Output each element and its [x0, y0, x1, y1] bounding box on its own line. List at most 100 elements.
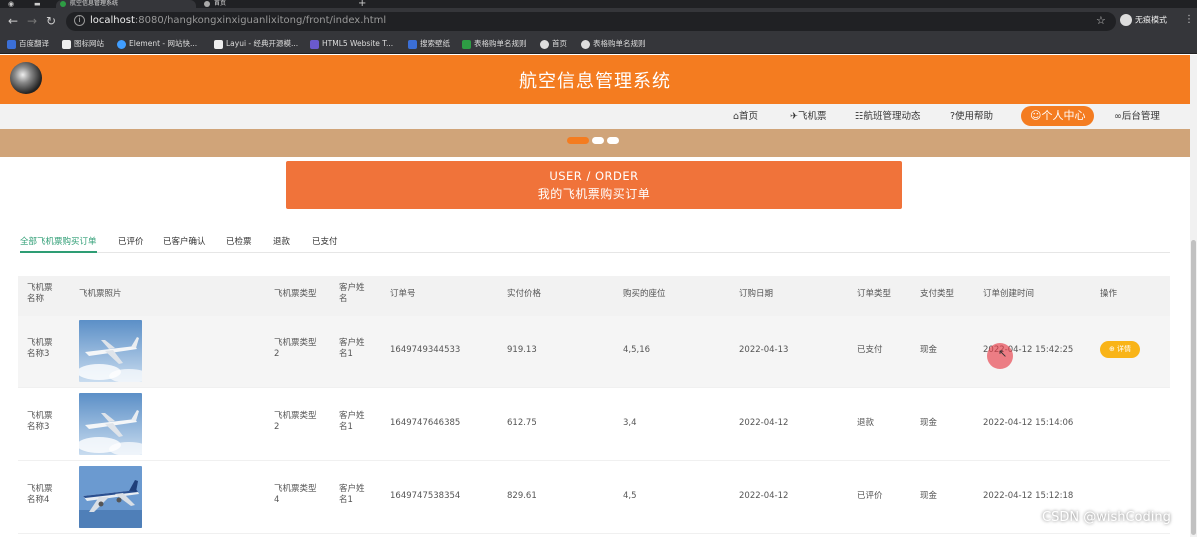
- customer-name-cell: 客户姓 名1: [339, 484, 365, 505]
- browser-toolbar: ← → ↻ i localhost:8080/hangkongxinxiguan…: [0, 8, 1197, 34]
- tab-reviewed[interactable]: 已评价: [118, 235, 144, 249]
- page-scrollbar[interactable]: [1190, 55, 1197, 537]
- column-header: 实付价格: [507, 289, 542, 299]
- tab-customer-confirmed[interactable]: 已客户确认: [163, 235, 206, 249]
- order-number-cell: 1649747538354: [390, 491, 461, 501]
- bookmark-item[interactable]: 图标网站: [62, 38, 104, 49]
- browser-tab-active[interactable]: 航空信息管理系统: [56, 0, 196, 8]
- back-icon[interactable]: ←: [8, 14, 18, 28]
- user-icon: ☺: [1030, 109, 1042, 122]
- bookmark-icon: [462, 39, 471, 49]
- nav-item-user-center[interactable]: ☺个人中心: [1021, 106, 1095, 126]
- order-type-cell: 已评价: [857, 491, 883, 501]
- address-bar[interactable]: i localhost:8080/hangkongxinxiguanlixito…: [66, 12, 1116, 31]
- table-row[interactable]: 飞机票 名称4 飞机票类型 4 客户姓 名1 1649747538354 829…: [18, 462, 1170, 534]
- nav-item-home[interactable]: ⌂首页: [733, 110, 758, 123]
- seats-cell: 3,4: [623, 418, 637, 428]
- ticket-name-cell: 飞机票 名称4: [27, 484, 53, 505]
- order-date-cell: 2022-04-13: [739, 345, 789, 355]
- tab-checked-in[interactable]: 已检票: [226, 235, 252, 249]
- browser-tab[interactable]: 首页: [200, 0, 350, 8]
- bookmark-item[interactable]: HTML5 Website T...: [310, 38, 393, 49]
- ticket-name-cell: 飞机票 名称3: [27, 411, 53, 432]
- column-header: 订购日期: [739, 289, 774, 299]
- payment-type-cell: 现金: [920, 345, 938, 355]
- nav-item-label: 航班管理动态: [863, 111, 921, 122]
- ticket-type-cell: 飞机票类型 2: [274, 338, 317, 359]
- column-header: 飞机票 名称: [27, 283, 53, 304]
- bookmark-item[interactable]: Layui - 经典开源模...: [214, 38, 298, 49]
- nav-item-tickets[interactable]: ✈飞机票: [790, 110, 826, 123]
- bookmark-item[interactable]: 首页: [540, 38, 567, 49]
- tab-all-orders[interactable]: 全部飞机票购买订单: [20, 235, 97, 253]
- tab-favicon-icon: [60, 1, 66, 7]
- order-number-cell: 1649747646385: [390, 418, 461, 428]
- nav-item-label: 使用帮助: [955, 111, 994, 122]
- ticket-photo: [79, 466, 142, 528]
- browser-tab-title: 首页: [214, 0, 227, 7]
- column-header: 飞机票照片: [79, 289, 122, 299]
- order-status-tabs: 全部飞机票购买订单 已评价 已客户确认 已检票 退款 已支付: [20, 235, 1170, 253]
- bookmark-item[interactable]: 表格购单名规则: [462, 38, 527, 49]
- carousel-dot[interactable]: [592, 137, 604, 144]
- ticket-photo: [79, 320, 142, 382]
- table-row[interactable]: 飞机票 名称3 飞机票类型 2 客户姓 名1 1649749344533 919…: [18, 316, 1170, 388]
- nav-item-label: 个人中心: [1041, 109, 1086, 122]
- seats-cell: 4,5: [623, 491, 637, 501]
- nav-item-flight-news[interactable]: ☷航班管理动态: [855, 110, 921, 123]
- tab-refund[interactable]: 退款: [273, 235, 290, 249]
- bookmark-star-icon[interactable]: ☆: [1096, 14, 1106, 27]
- order-date-cell: 2022-04-12: [739, 418, 789, 428]
- site-title: 航空信息管理系统: [519, 71, 671, 92]
- carousel-dot[interactable]: [607, 137, 619, 144]
- site-header: 航空信息管理系统: [0, 55, 1190, 104]
- address-url: localhost:8080/hangkongxinxiguanlixitong…: [90, 15, 387, 26]
- nav-item-help[interactable]: ?使用帮助: [950, 110, 993, 123]
- tab-search-icon[interactable]: ▬: [34, 0, 41, 8]
- created-time-cell: 2022-04-12 15:12:18: [983, 491, 1074, 501]
- section-title-cn: 我的飞机票购买订单: [537, 187, 651, 201]
- bookmark-item[interactable]: Element - 网站快...: [117, 38, 197, 49]
- ticket-name-cell: 飞机票 名称3: [27, 338, 53, 359]
- site-info-icon[interactable]: i: [74, 15, 85, 26]
- browser-menu-icon[interactable]: ⋮: [1184, 14, 1194, 25]
- order-section-title: USER / ORDER 我的飞机票购买订单: [286, 161, 902, 209]
- incognito-icon: [1120, 14, 1132, 26]
- carousel-dot-active[interactable]: [567, 137, 589, 144]
- forward-icon[interactable]: →: [27, 14, 37, 28]
- created-time-cell: 2022-04-12 15:14:06: [983, 418, 1074, 428]
- tab-paid[interactable]: 已支付: [312, 235, 338, 249]
- ticket-type-cell: 飞机票类型 4: [274, 484, 317, 505]
- bookmark-icon: [408, 39, 417, 49]
- reload-icon[interactable]: ↻: [46, 14, 56, 28]
- globe-icon: [204, 1, 210, 7]
- order-number-cell: 1649749344533: [390, 345, 461, 355]
- price-cell: 919.13: [507, 345, 537, 355]
- payment-type-cell: 现金: [920, 491, 938, 501]
- bookmark-icon: [117, 39, 126, 49]
- bookmark-item[interactable]: 表格购单名规则: [581, 38, 646, 49]
- ticket-type-cell: 飞机票类型 2: [274, 411, 317, 432]
- payment-type-cell: 现金: [920, 418, 938, 428]
- bookmark-item[interactable]: 搜索壁纸: [408, 38, 450, 49]
- plane-icon: ✈: [790, 111, 798, 122]
- globe-icon: [581, 39, 590, 49]
- section-title-en: USER / ORDER: [549, 169, 639, 183]
- nav-item-label: 首页: [739, 111, 759, 122]
- column-header: 飞机票类型: [274, 289, 317, 299]
- window-menu-icon[interactable]: ◉: [8, 0, 14, 8]
- nav-item-admin[interactable]: ∞后台管理: [1114, 110, 1160, 123]
- scrollbar-thumb[interactable]: [1191, 240, 1196, 535]
- bookmark-icon: [7, 39, 16, 49]
- order-date-cell: 2022-04-12: [739, 491, 789, 501]
- table-row[interactable]: 飞机票 名称3 飞机票类型 2 客户姓 名1 1649747646385 612…: [18, 389, 1170, 461]
- ticket-photo: [79, 393, 142, 455]
- incognito-profile[interactable]: 无痕模式: [1120, 14, 1167, 26]
- bookmark-item[interactable]: 百度翻译: [7, 38, 49, 49]
- globe-icon: [540, 39, 549, 49]
- bookmark-icon: [214, 39, 223, 49]
- column-header: 支付类型: [920, 289, 955, 299]
- detail-button[interactable]: ⊕ 详情: [1100, 341, 1140, 358]
- profile-label: 无痕模式: [1135, 15, 1167, 25]
- mouse-pointer-icon: ↖: [998, 347, 1008, 360]
